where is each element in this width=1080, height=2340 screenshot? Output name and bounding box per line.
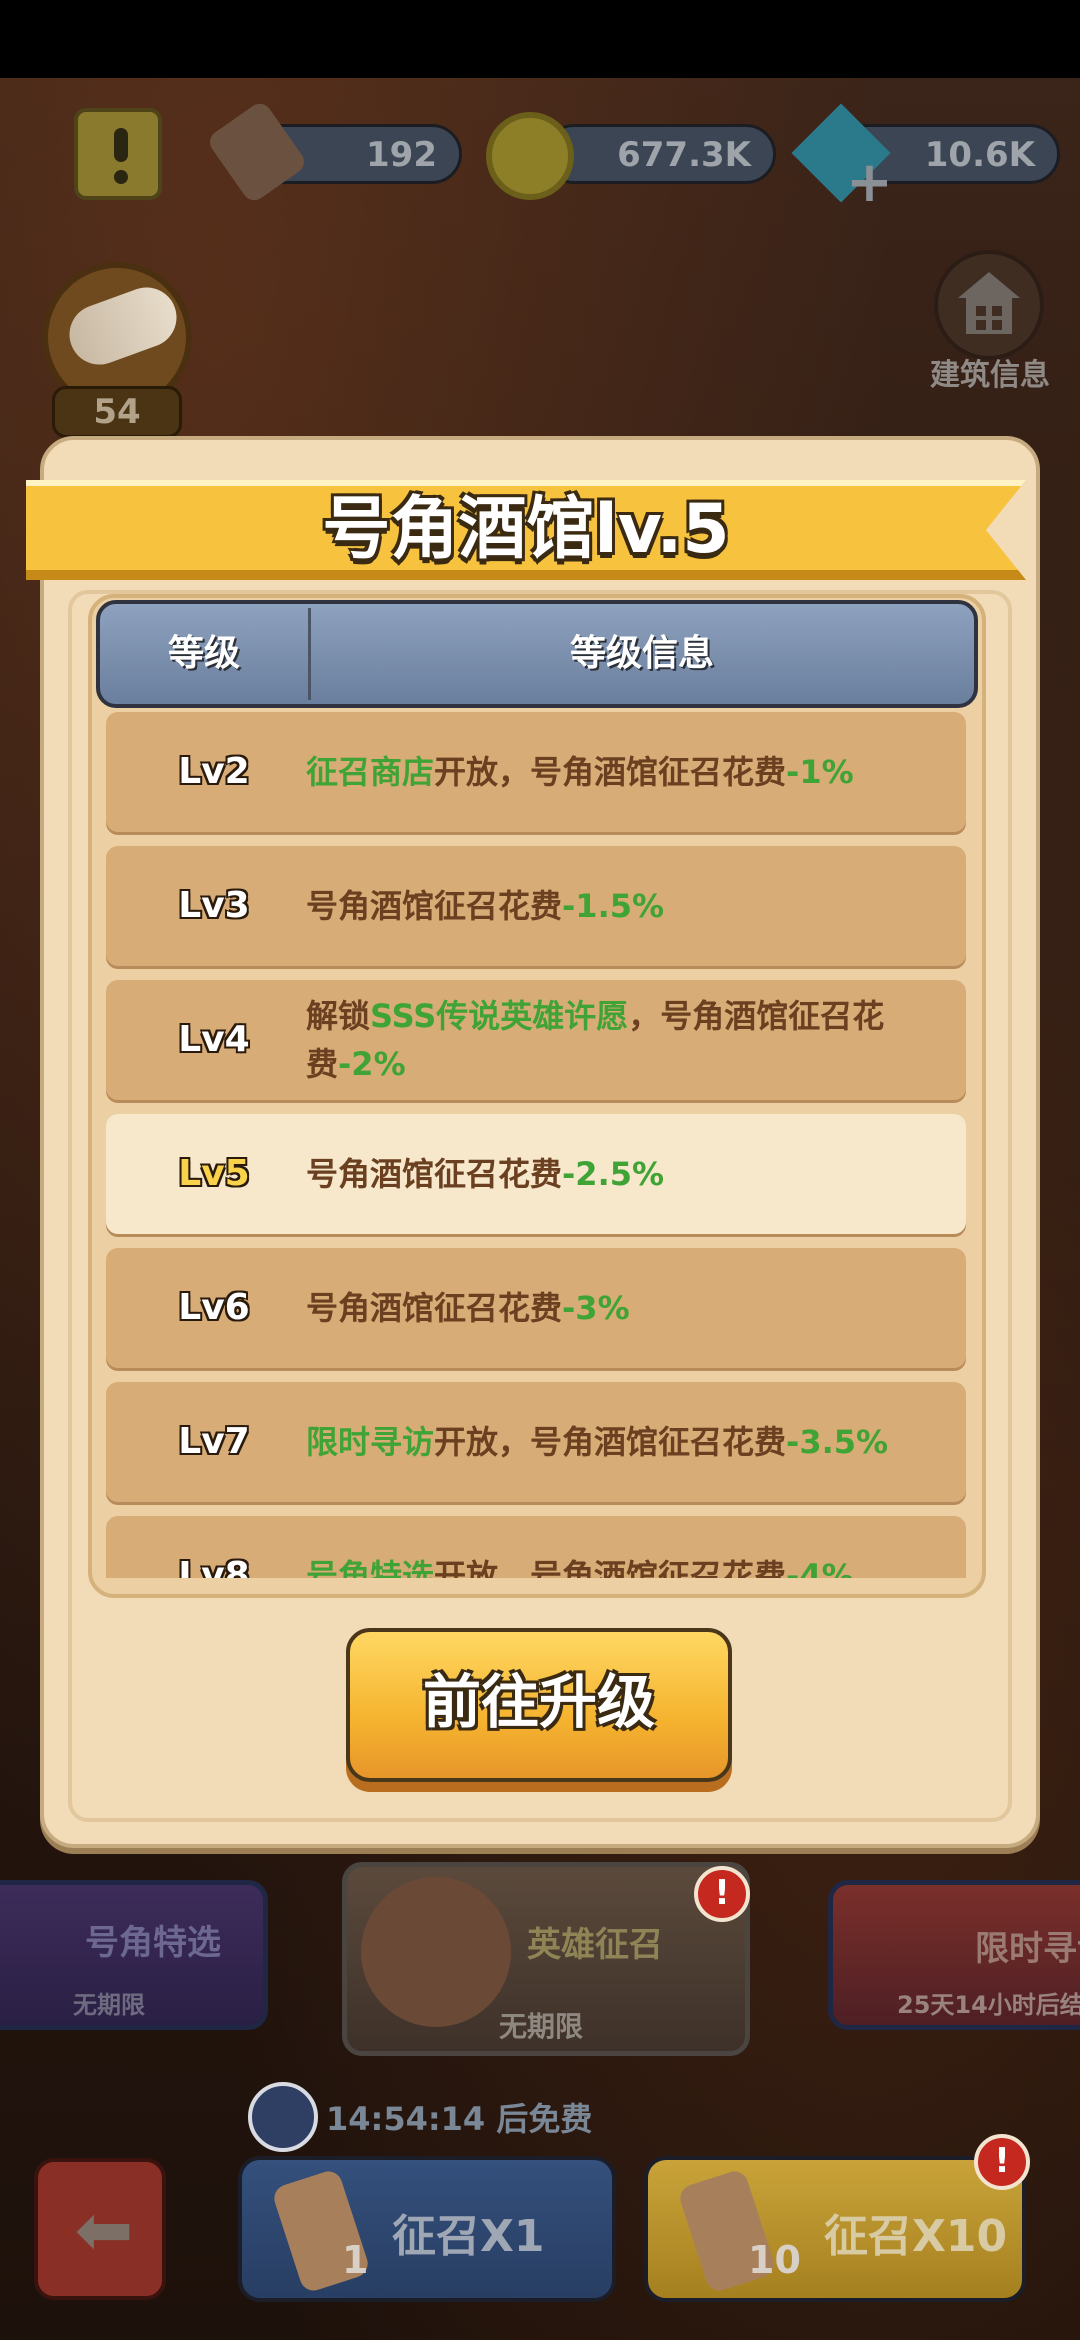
card-limited-visit[interactable]: 限时寻访 25天14小时后结束 [828,1880,1080,2030]
description-text: 号角酒馆征召花费 [306,1155,563,1193]
table-header: 等级 等级信息 [96,600,978,708]
add-gem-icon[interactable]: + [846,155,893,211]
gold-resource[interactable]: 677.3K [544,124,776,184]
back-button[interactable]: ⬅ [34,2158,166,2300]
highlight-text: -1.5% [562,887,665,925]
description-text: 开放，号角酒馆征召花费 [434,1423,787,1461]
description-text: 开放，号角酒馆征召花费 [434,753,787,791]
gem-count: 10.6K [924,135,1035,175]
title-ribbon: 号角酒馆lv.5 [26,470,1046,590]
go-upgrade-label: 前往升级 [422,1668,655,1736]
highlight-text: 号角特选 [306,1557,435,1578]
summon-x10-label: 征召X10 [824,2211,1008,2262]
highlight-text: -2% [338,1045,406,1083]
level-row: Lv2 征召商店开放，号角酒馆征召花费-1% [106,712,966,832]
card-hero-summon-name: 英雄征召 [527,1925,663,1965]
level-description: 号角酒馆征召花费-3% [306,1248,956,1368]
status-bar [0,0,1080,78]
level-row: Lv7 限时寻访开放，号角酒馆征召花费-3.5% [106,1382,966,1502]
highlight-text: -2.5% [562,1155,665,1193]
card-hero-summon[interactable]: 英雄征召 无期限 [342,1862,750,2056]
header-level: 等级 [167,633,240,674]
level-row: Lv5 号角酒馆征召花费-2.5% [106,1114,966,1234]
notice-button[interactable] [74,108,162,200]
go-upgrade-button[interactable]: 前往升级 [346,1628,732,1782]
highlight-text: -4% [786,1557,854,1578]
summon-x1-label: 征召X1 [392,2211,545,2262]
house-icon [934,250,1044,360]
highlight-text: 限时寻访 [306,1423,435,1461]
summon-x10-button[interactable]: 10 征召X10 [644,2156,1026,2302]
level-label: Lv3 [178,885,250,926]
level-description: 解锁SSS传说英雄许愿，号角酒馆征召花费-2% [306,980,956,1100]
level-rows-list[interactable]: Lv2 征召商店开放，号角酒馆征召花费-1% Lv3 号角酒馆征召花费-1.5% Lv4… [100,712,976,1578]
hero-summon-alert-icon: ! [694,1866,750,1922]
card-horn-select-name: 号角特选 [85,1923,221,1963]
level-label: Lv4 [178,1019,250,1060]
level-description: 限时寻访开放，号角酒馆征召花费-3.5% [306,1382,956,1502]
gold-count: 677.3K [617,135,751,175]
level-row: Lv4 解锁SSS传说英雄许愿，号角酒馆征召花费-2% [106,980,966,1100]
building-info-button[interactable]: 建筑信息 [920,250,1060,393]
modal-title: 号角酒馆lv.5 [322,490,730,569]
level-label: Lv6 [178,1287,250,1328]
horn-icon [61,278,185,374]
level-row: Lv3 号角酒馆征召花费-1.5% [106,846,966,966]
description-text: 号角酒馆征召花费 [306,1289,563,1327]
description-text: 解锁 [306,997,371,1035]
summon-x1-button[interactable]: 1 征召X1 [238,2156,616,2302]
summon-x10-cost: 10 [748,2238,801,2282]
level-description: 征召商店开放，号角酒馆征召花费-1% [306,712,956,832]
hero-portrait [361,1877,511,2027]
card-horn-select-sub: 无期限 [73,1991,145,2019]
building-info-label: 建筑信息 [930,358,1050,393]
clock-icon [248,2082,318,2152]
level-row: Lv6 号角酒馆征召花费-3% [106,1248,966,1368]
gold-coin-icon [486,112,574,200]
highlight-text: 征召商店 [306,753,435,791]
back-arrow-icon: ⬅ [74,2189,134,2271]
level-label: Lv7 [178,1421,250,1462]
card-horn-select[interactable]: 号角特选 无期限 [0,1880,268,2030]
level-label: Lv5 [178,1153,250,1194]
free-timer-text: 14:54:14 后免费 [326,2100,593,2138]
header-level-info: 等级信息 [569,633,714,674]
highlight-text: -3.5% [786,1423,889,1461]
summon-x10-alert-icon: ! [974,2134,1030,2190]
card-limited-visit-name: 限时寻访 [975,1929,1080,1969]
level-row: Lv8 号角特选开放，号角酒馆征召花费-4% [106,1516,966,1578]
level-description: 号角酒馆征召花费-1.5% [306,846,956,966]
highlight-text: -3% [562,1289,630,1327]
description-text: 开放，号角酒馆征召花费 [434,1557,787,1578]
scroll-count: 192 [366,135,437,175]
card-hero-summon-sub: 无期限 [499,2010,584,2043]
horn-count: 54 [52,386,182,438]
exclamation-icon [114,128,128,162]
level-label: Lv2 [178,751,250,792]
description-text: 号角酒馆征召花费 [306,887,563,925]
card-limited-visit-sub: 25天14小时后结束 [897,1991,1080,2019]
summon-x1-cost: 1 [342,2238,369,2282]
highlight-text: -1% [786,753,854,791]
level-label: Lv8 [178,1555,250,1578]
level-description: 号角特选开放，号角酒馆征召花费-4% [306,1516,956,1578]
level-description: 号角酒馆征召花费-2.5% [306,1114,956,1234]
highlight-text: SSS传说英雄许愿 [370,997,629,1035]
